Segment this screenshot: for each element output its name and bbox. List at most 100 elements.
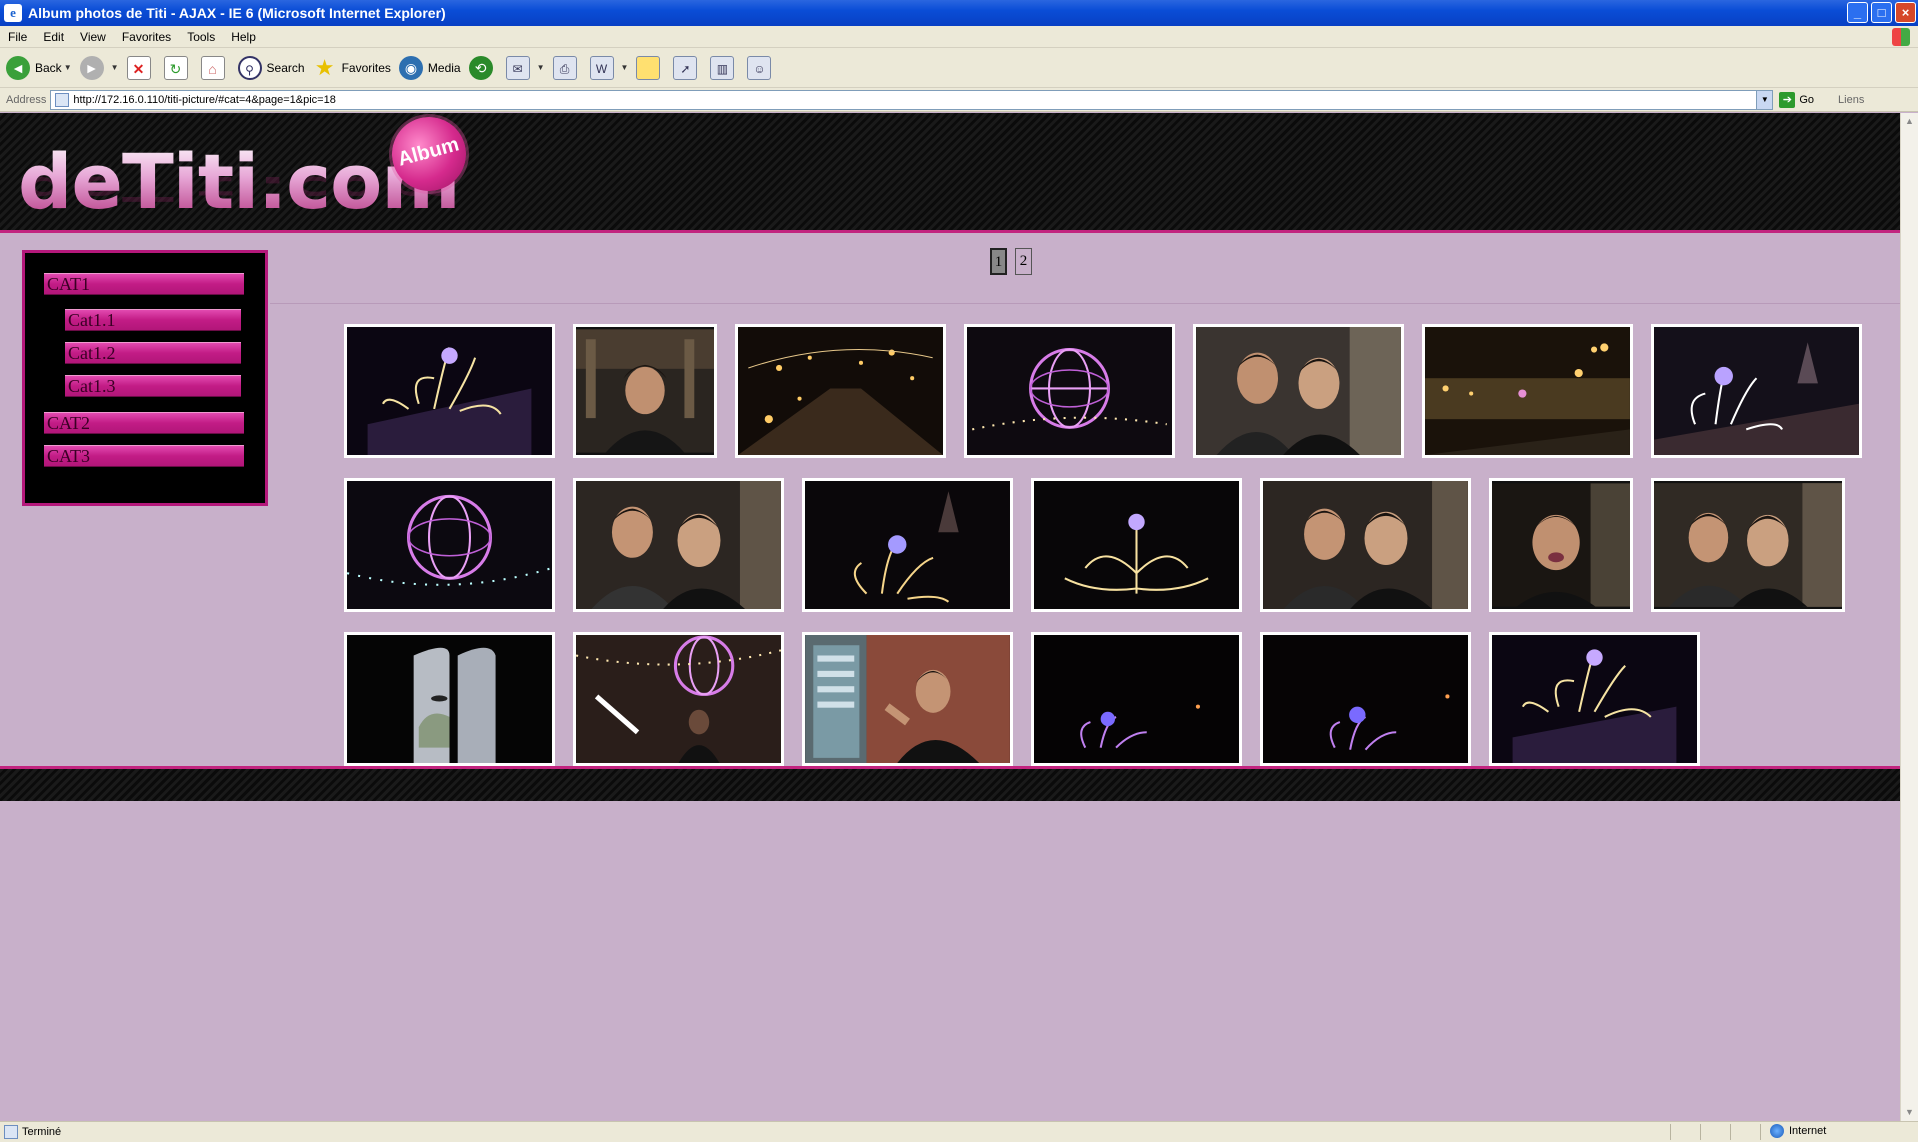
research-button[interactable]: ➚ (673, 52, 702, 84)
scroll-up-icon[interactable]: ▲ (1901, 113, 1918, 130)
back-button[interactable]: ◄ Back ▼ (6, 52, 72, 84)
photo-thumbnail[interactable] (344, 324, 555, 458)
photo-thumbnail[interactable] (1489, 632, 1700, 766)
forward-button[interactable]: ► ▼ (79, 52, 119, 84)
mail-button[interactable]: ✉ ▼ (505, 52, 545, 84)
site-header: deTiti.com deTiti.com Album (0, 113, 1900, 233)
page-2-link[interactable]: 2 (1015, 248, 1032, 275)
vertical-scrollbar[interactable]: ▲ ▼ (1900, 113, 1918, 1121)
page-icon (55, 92, 70, 107)
menu-edit[interactable]: Edit (35, 30, 72, 44)
photo-thumbnail[interactable] (573, 632, 784, 766)
photo-thumbnail[interactable] (1260, 478, 1471, 612)
stop-button[interactable]: ✕ (126, 52, 156, 84)
word-edit-icon: W (589, 55, 614, 80)
category-cat3[interactable]: CAT3 (44, 445, 244, 467)
gallery-row (344, 324, 1900, 458)
messenger-icon: ☺ (747, 55, 772, 80)
photo-thumbnail[interactable] (802, 478, 1013, 612)
window-title: Album photos de Titi - AJAX - IE 6 (Micr… (28, 5, 446, 21)
back-dropdown-icon[interactable]: ▼ (64, 63, 72, 72)
address-input[interactable]: http://172.16.0.110/titi-picture/#cat=4&… (50, 89, 1774, 110)
menu-help[interactable]: Help (223, 30, 264, 44)
photo-thumbnail[interactable] (344, 632, 555, 766)
back-label: Back (35, 60, 62, 75)
category-cat1-1[interactable]: Cat1.1 (65, 309, 241, 331)
go-button[interactable]: ➔ Go (1779, 91, 1814, 108)
home-icon: ⌂ (200, 55, 225, 80)
address-url[interactable]: http://172.16.0.110/titi-picture/#cat=4&… (73, 94, 335, 106)
photo-thumbnail[interactable] (1031, 478, 1242, 612)
search-button[interactable]: ⚲ Search (237, 52, 305, 84)
search-icon: ⚲ (237, 55, 262, 80)
mail-icon: ✉ (505, 55, 530, 80)
photo-thumbnail[interactable] (344, 478, 555, 612)
maximize-button[interactable]: □ (1871, 2, 1892, 23)
gallery-row (344, 632, 1900, 766)
menu-view[interactable]: View (72, 30, 114, 44)
window-controls: _ □ × (1847, 2, 1916, 23)
photo-thumbnail[interactable] (735, 324, 946, 458)
forward-dropdown-icon[interactable]: ▼ (111, 63, 119, 72)
status-divider (1670, 1124, 1671, 1140)
photo-thumbnail[interactable] (1489, 478, 1633, 612)
books-icon: ▥ (710, 55, 735, 80)
discuss-button[interactable] (636, 52, 665, 84)
note-icon (636, 55, 661, 80)
media-globe-icon: ◉ (398, 55, 423, 80)
status-divider (1730, 1124, 1731, 1140)
menu-file[interactable]: File (0, 30, 35, 44)
photo-thumbnail[interactable] (573, 324, 717, 458)
photo-thumbnail[interactable] (1651, 324, 1862, 458)
edit-button[interactable]: W ▼ (589, 52, 629, 84)
category-cat1-3[interactable]: Cat1.3 (65, 375, 241, 397)
scroll-down-icon[interactable]: ▼ (1901, 1104, 1918, 1121)
address-bar: Address http://172.16.0.110/titi-picture… (0, 88, 1918, 112)
photo-thumbnail[interactable] (1422, 324, 1633, 458)
menu-favorites[interactable]: Favorites (114, 30, 179, 44)
photo-thumbnail[interactable] (802, 632, 1013, 766)
bookmark-button[interactable]: ▥ (710, 52, 739, 84)
category-cat1-2[interactable]: Cat1.2 (65, 342, 241, 364)
status-divider (1700, 1124, 1701, 1140)
menu-tools[interactable]: Tools (179, 30, 223, 44)
history-button[interactable]: ⟲ (468, 52, 498, 84)
gallery-row (344, 478, 1900, 612)
media-button[interactable]: ◉ Media (398, 52, 461, 84)
cursor-icon: ➚ (673, 55, 698, 80)
photo-thumbnail[interactable] (1651, 478, 1845, 612)
windows-logo-icon (1892, 28, 1910, 46)
photo-thumbnail[interactable] (964, 324, 1175, 458)
print-button[interactable]: ⎙ (552, 52, 582, 84)
page-viewport: deTiti.com deTiti.com Album CAT1 Cat1.1 … (0, 113, 1900, 1121)
links-label[interactable]: Liens (1838, 94, 1864, 106)
mail-dropdown-icon[interactable]: ▼ (537, 63, 545, 72)
photo-thumbnail[interactable] (1260, 632, 1471, 766)
star-icon: ★ (314, 54, 335, 80)
photo-thumbnail[interactable] (1193, 324, 1404, 458)
photo-thumbnail[interactable] (573, 478, 784, 612)
refresh-button[interactable]: ↻ (163, 52, 193, 84)
category-menu: CAT1 Cat1.1 Cat1.2 Cat1.3 CAT2 CAT3 (22, 250, 268, 506)
messenger-button[interactable]: ☺ (747, 52, 776, 84)
photo-thumbnail[interactable] (1031, 632, 1242, 766)
minimize-button[interactable]: _ (1847, 2, 1868, 23)
refresh-icon: ↻ (163, 55, 188, 80)
favorites-label: Favorites (341, 60, 391, 75)
category-cat2[interactable]: CAT2 (44, 412, 244, 434)
page-1-link[interactable]: 1 (990, 248, 1007, 275)
media-label: Media (427, 60, 461, 75)
menu-bar: File Edit View Favorites Tools Help (0, 26, 1918, 48)
search-label: Search (266, 60, 305, 75)
stop-icon: ✕ (126, 55, 151, 80)
address-dropdown-icon[interactable]: ▼ (1756, 90, 1773, 109)
site-footer (0, 766, 1900, 801)
home-button[interactable]: ⌂ (200, 52, 230, 84)
page-done-icon (4, 1125, 18, 1139)
category-cat1[interactable]: CAT1 (44, 273, 244, 295)
close-button[interactable]: × (1895, 2, 1916, 23)
edit-dropdown-icon[interactable]: ▼ (621, 63, 629, 72)
internet-globe-icon (1770, 1124, 1784, 1138)
photo-gallery (344, 324, 1900, 786)
favorites-button[interactable]: ★ Favorites (313, 52, 391, 84)
